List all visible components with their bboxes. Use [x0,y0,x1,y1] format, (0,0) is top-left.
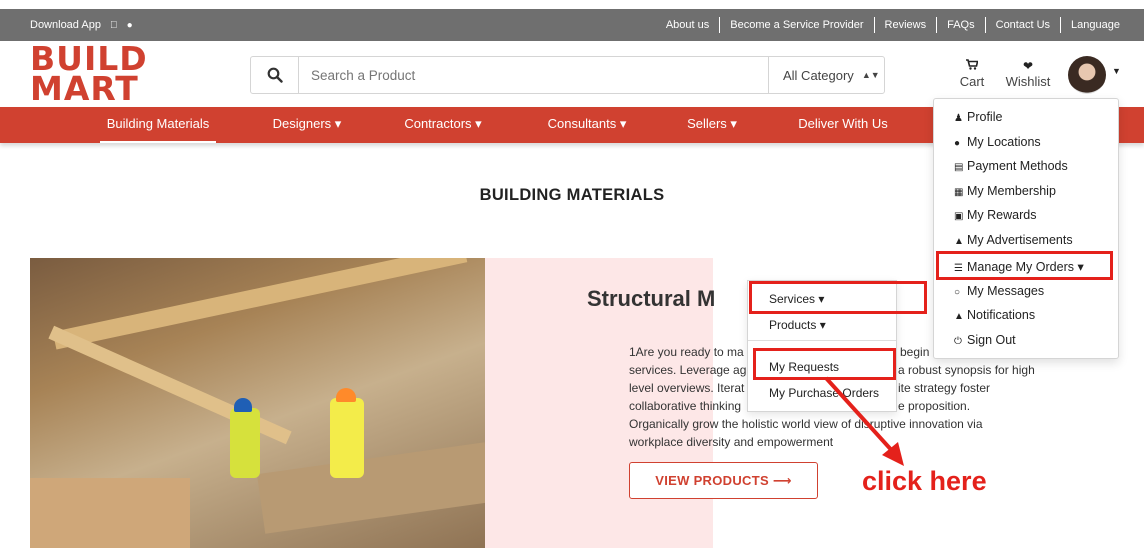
category-select[interactable]: All Category ▲▼ [768,57,884,93]
top-links: About us Become a Service Provider Revie… [656,9,1130,41]
bell-icon: ▲ [954,311,964,322]
avatar[interactable] [1068,56,1106,94]
logo-line-2: MART [30,69,139,108]
comments-icon: ○ [954,287,961,298]
android-icon[interactable]: ● [127,20,133,31]
nav-item-contractors[interactable]: Contractors ▾ [398,107,488,143]
caret-down-icon[interactable]: ▼ [1112,66,1121,76]
nav-item-deliver-with-us[interactable]: Deliver With Us [795,107,891,143]
search-bar: All Category ▲▼ [250,56,885,94]
desc-fragment: ite strategy foster [898,381,991,395]
buildmart-logo[interactable]: BUILD MART [30,42,160,108]
nav-item-sellers[interactable]: Sellers ▾ [684,107,740,143]
click-here-annotation: click here [862,466,987,496]
power-icon: ⏻ [954,336,962,347]
nav-item-designers[interactable]: Designers ▾ [268,107,346,143]
contact-us-link[interactable]: Contact Us [986,19,1060,31]
view-products-button[interactable]: VIEW PRODUCTS ⟶ [629,462,818,499]
menu-item-payment-methods[interactable]: ▤ Payment Methods [954,159,1068,173]
about-us-link[interactable]: About us [656,19,719,31]
menu-item-label: Profile [967,110,1003,124]
reviews-link[interactable]: Reviews [875,19,937,31]
menu-item-notifications[interactable]: ▲ Notifications [954,308,1035,322]
search-icon[interactable] [251,57,299,93]
nav-item-building-materials[interactable]: Building Materials [100,107,216,143]
menu-item-label: My Advertisements [967,233,1073,247]
language-link[interactable]: Language [1061,19,1130,31]
highlight-box-my-requests [753,348,896,380]
menu-item-label: My Membership [967,184,1056,198]
wishlist-label: Wishlist [1005,74,1051,89]
nav-item-consultants[interactable]: Consultants ▾ [542,107,632,143]
wishlist-button[interactable]: ❤ Wishlist [1000,58,1056,89]
top-bar: Download App  ● About us Become a Servi… [0,9,1144,41]
menu-item-label: My Rewards [967,208,1037,222]
submenu-item-products[interactable]: Products ▾ [769,318,826,332]
credit-card-icon: ▤ [954,162,964,173]
menu-item-my-advertisements[interactable]: ▲ My Advertisements [954,233,1073,247]
download-app-label: Download App [30,19,101,31]
apple-icon[interactable]:  [110,20,118,31]
desc-line: Organically grow the holistic world view… [629,417,983,431]
heart-icon: ❤ [1022,59,1034,73]
menu-item-my-locations[interactable]: ● My Locations [954,135,1041,149]
menu-item-label: Sign Out [967,333,1016,347]
cart-label: Cart [959,74,985,89]
user-icon: ♟ [954,113,963,124]
become-provider-link[interactable]: Become a Service Provider [720,19,873,31]
highlight-box-manage-orders [936,251,1113,280]
menu-item-label: My Locations [967,135,1041,149]
menu-item-my-membership[interactable]: ▦ My Membership [954,184,1056,198]
bullhorn-icon: ▲ [954,236,964,247]
menu-item-label: Notifications [967,308,1036,322]
menu-item-my-rewards[interactable]: ▣ My Rewards [954,208,1036,222]
section-title: Structural M [587,286,716,311]
menu-item-sign-out[interactable]: ⏻ Sign Out [954,333,1016,347]
menu-item-label: My Messages [967,284,1045,298]
faqs-link[interactable]: FAQs [937,19,985,31]
desc-fragment: begin [900,345,930,359]
category-selected-value: All Category [783,67,854,83]
submenu-item-my-purchase-orders[interactable]: My Purchase Orders [769,386,879,400]
download-app-link[interactable]: Download App  ● [30,9,133,41]
cart-icon [952,58,992,74]
select-arrows-icon: ▲▼ [861,70,880,80]
desc-fragment: e proposition. [898,399,971,413]
cart-button[interactable]: Cart [952,58,992,89]
menu-item-my-messages[interactable]: ○ My Messages [954,284,1044,298]
id-card-icon: ▦ [954,187,964,198]
construction-photo [30,258,485,548]
menu-item-label: Payment Methods [967,159,1068,173]
gift-icon: ▣ [954,211,964,222]
desc-line: workplace diversity and empowerment [629,435,834,449]
map-marker-icon: ● [954,138,961,149]
search-input[interactable] [299,57,768,93]
desc-fragment: a robust synopsis for high [898,363,1035,377]
profile-dropdown: ♟ Profile ● My Locations ▤ Payment Methods … [933,98,1119,359]
highlight-box-services [749,281,927,314]
divider [748,340,896,341]
menu-item-profile[interactable]: ♟ Profile [954,110,1002,124]
